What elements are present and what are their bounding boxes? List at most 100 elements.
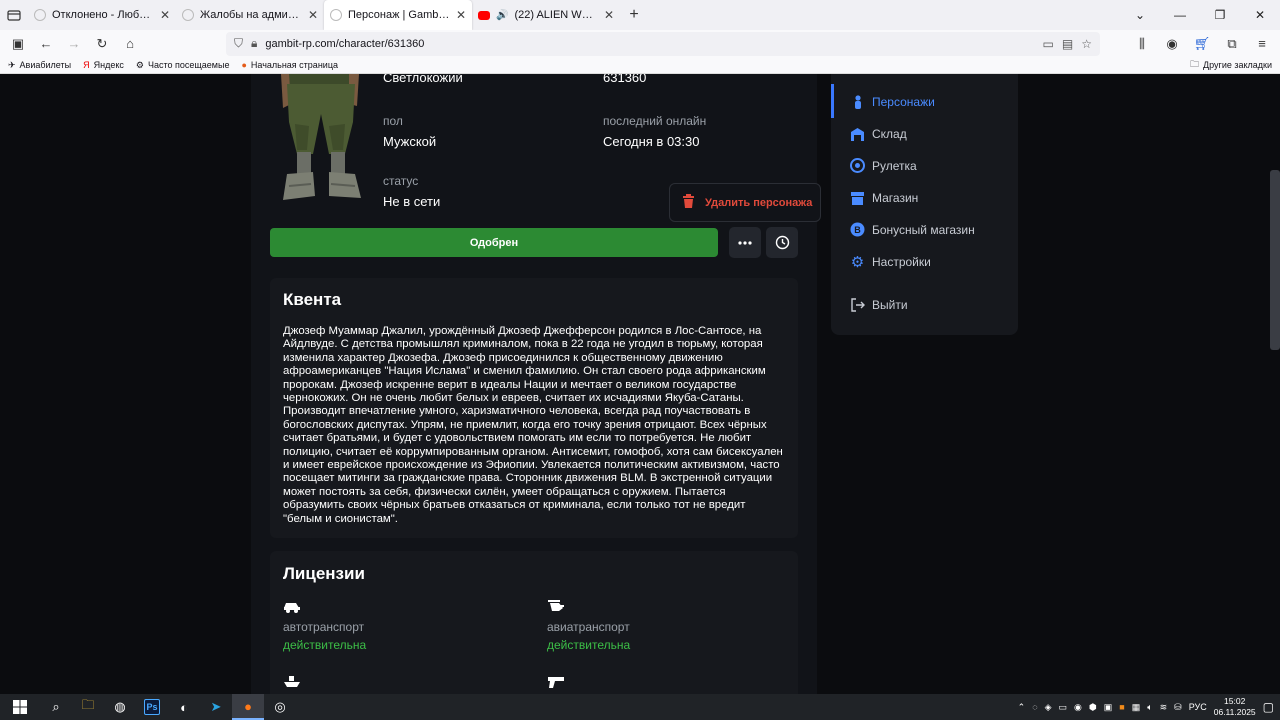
bookmark-star-icon[interactable]: ☆: [1081, 37, 1092, 51]
bookmark-item[interactable]: ● Начальная страница: [241, 60, 338, 70]
library-icon[interactable]: ⫼: [1130, 32, 1154, 56]
boat-icon: [284, 676, 300, 687]
close-icon[interactable]: ✕: [456, 8, 466, 22]
file-explorer-icon[interactable]: 🗀: [72, 694, 104, 720]
tab-overflow-chevron-down-icon[interactable]: ⌄: [1120, 8, 1160, 22]
tray-app-icon[interactable]: ◉: [1074, 702, 1082, 713]
license-name: авиатранспорт: [547, 620, 630, 634]
roulette-icon: [850, 158, 865, 173]
bookmark-item[interactable]: ✈ Авиабилеты: [8, 60, 71, 71]
approved-status-button[interactable]: Одобрен: [270, 228, 718, 257]
account-icon[interactable]: ◉: [1160, 32, 1184, 56]
notification-icon[interactable]: ▢: [1263, 700, 1274, 714]
sidebar-item-settings[interactable]: ⚙ Настройки: [850, 254, 931, 271]
license-item: автотранспорт действительна: [283, 599, 366, 652]
sidebar-item-characters[interactable]: Персонажи: [850, 94, 935, 109]
bookmark-item[interactable]: Я Яндекс: [83, 60, 124, 70]
back-button[interactable]: ←: [34, 32, 58, 56]
app-icon[interactable]: ◍: [104, 694, 136, 720]
more-options-button[interactable]: [729, 227, 761, 258]
tab-title: Отклонено - Любой | Gambit R: [52, 9, 154, 21]
quenta-text: Джозеф Муаммар Джалил, урождённый Джозеф…: [283, 325, 783, 525]
character-skin-image: [281, 74, 361, 200]
sidebar-item-label: Рулетка: [872, 158, 917, 173]
tray-app-icon[interactable]: ■: [1119, 702, 1124, 712]
system-tray: ⌃ ◌ ◈ ▭ ◉ ⬢ ▣ ■ ▦ 🔈︎ ≋ ⛁ РУС 15:02 06.11…: [1018, 696, 1280, 718]
page-scrollbar[interactable]: [1270, 170, 1280, 350]
extensions-icon[interactable]: ⧉: [1220, 32, 1244, 56]
language-indicator[interactable]: РУС: [1189, 702, 1207, 712]
clock-time: 15:02: [1224, 696, 1246, 706]
sidebar-item-warehouse[interactable]: Склад: [850, 126, 907, 141]
tray-app-icon[interactable]: ◈: [1045, 702, 1052, 713]
picture-icon[interactable]: ▭: [1043, 37, 1054, 51]
sidebar-item-logout[interactable]: Выйти: [850, 297, 908, 312]
status-value: Не в сети: [383, 194, 441, 209]
tray-app-icon[interactable]: ▣: [1104, 702, 1113, 713]
other-bookmarks[interactable]: 🗀 Другие закладки: [1190, 57, 1272, 73]
close-icon[interactable]: ✕: [308, 8, 318, 22]
windows-icon: [13, 700, 27, 714]
tab-title: Жалобы на администрацию | G: [200, 9, 302, 21]
tab-rejected[interactable]: Отклонено - Любой | Gambit R ✕: [28, 0, 176, 30]
close-icon[interactable]: ✕: [604, 8, 614, 22]
sidebar-item-label: Магазин: [872, 190, 919, 205]
network-icon[interactable]: ⛁: [1174, 702, 1182, 713]
sidebar-item-bonus-shop[interactable]: B Бонусный магазин: [850, 222, 975, 237]
license-status: действительна: [283, 638, 367, 652]
search-icon[interactable]: ⌕: [40, 694, 72, 720]
history-icon: [775, 235, 789, 250]
lock-icon[interactable]: 🔒︎: [251, 36, 257, 51]
firefox-icon[interactable]: ●: [232, 694, 264, 720]
shield-icon[interactable]: ⛉: [234, 36, 243, 51]
sidebar-toggle-icon[interactable]: ▣: [6, 32, 30, 56]
close-icon[interactable]: ✕: [160, 8, 170, 22]
gender-label: пол: [383, 114, 403, 128]
yandex-icon: Я: [83, 60, 90, 70]
app-icon[interactable]: ◎: [264, 694, 296, 720]
tab-character[interactable]: Персонаж | Gambit Role Play ✕: [324, 0, 472, 30]
svg-text:B: B: [854, 225, 861, 235]
license-item: [547, 675, 565, 692]
wifi-icon[interactable]: ≋: [1160, 702, 1168, 713]
license-status: действительна: [547, 638, 631, 652]
tab-title: (22) ALIEN WEAPONRY - Ta: [514, 9, 597, 21]
site-favicon-icon: [330, 9, 342, 21]
start-button[interactable]: [0, 694, 40, 720]
tray-app-icon[interactable]: ⬢: [1089, 702, 1097, 713]
browser-tab-bar: Отклонено - Любой | Gambit R ✕ Жалобы на…: [0, 0, 1280, 30]
clock[interactable]: 15:02 06.11.2025: [1214, 696, 1256, 718]
tray-app-icon[interactable]: ▦: [1132, 702, 1141, 713]
cart-icon[interactable]: 🛒︎: [1190, 32, 1214, 56]
home-button[interactable]: ⌂: [118, 32, 142, 56]
speaker-icon[interactable]: 🔊: [496, 10, 508, 21]
sidebar-item-shop[interactable]: Магазин: [850, 190, 918, 205]
tab-complaints[interactable]: Жалобы на администрацию | G ✕: [176, 0, 324, 30]
delete-character-button[interactable]: Удалить персонажа: [669, 183, 821, 222]
browser-nav-bar: ▣ ← → ↻ ⌂ ⛉ 🔒︎ gambit-rp.com/character/6…: [0, 30, 1280, 57]
close-window-button[interactable]: ✕: [1240, 8, 1280, 22]
tray-app-icon[interactable]: ◌: [1032, 702, 1037, 712]
reload-button[interactable]: ↻: [90, 32, 114, 56]
sidebar-item-roulette[interactable]: Рулетка: [850, 158, 917, 173]
tab-list-icon[interactable]: [0, 0, 28, 30]
gender-value: Мужской: [383, 134, 437, 149]
bookmark-item[interactable]: ⚙ Часто посещаемые: [136, 60, 230, 71]
tray-app-icon[interactable]: ▭: [1059, 702, 1068, 713]
restore-button[interactable]: ❐: [1200, 8, 1240, 22]
minimize-button[interactable]: —: [1160, 8, 1200, 22]
new-tab-button[interactable]: +: [620, 6, 648, 24]
reader-view-icon[interactable]: ▤: [1062, 37, 1073, 51]
speaker-icon[interactable]: 🔈︎: [1147, 702, 1152, 713]
steam-icon[interactable]: ◐: [168, 694, 200, 720]
licenses-title: Лицензии: [283, 564, 365, 583]
telegram-icon[interactable]: ➤: [200, 694, 232, 720]
tab-youtube[interactable]: 🔊 (22) ALIEN WEAPONRY - Ta ✕: [472, 0, 620, 30]
history-button[interactable]: [766, 227, 798, 258]
forward-button[interactable]: →: [62, 32, 86, 56]
url-text[interactable]: gambit-rp.com/character/631360: [265, 38, 1034, 50]
chevron-up-icon[interactable]: ⌃: [1018, 702, 1026, 713]
photoshop-icon[interactable]: Ps: [136, 694, 168, 720]
menu-icon[interactable]: ≡: [1250, 32, 1274, 56]
address-bar[interactable]: ⛉ 🔒︎ gambit-rp.com/character/631360 ▭ ▤ …: [226, 31, 1100, 56]
